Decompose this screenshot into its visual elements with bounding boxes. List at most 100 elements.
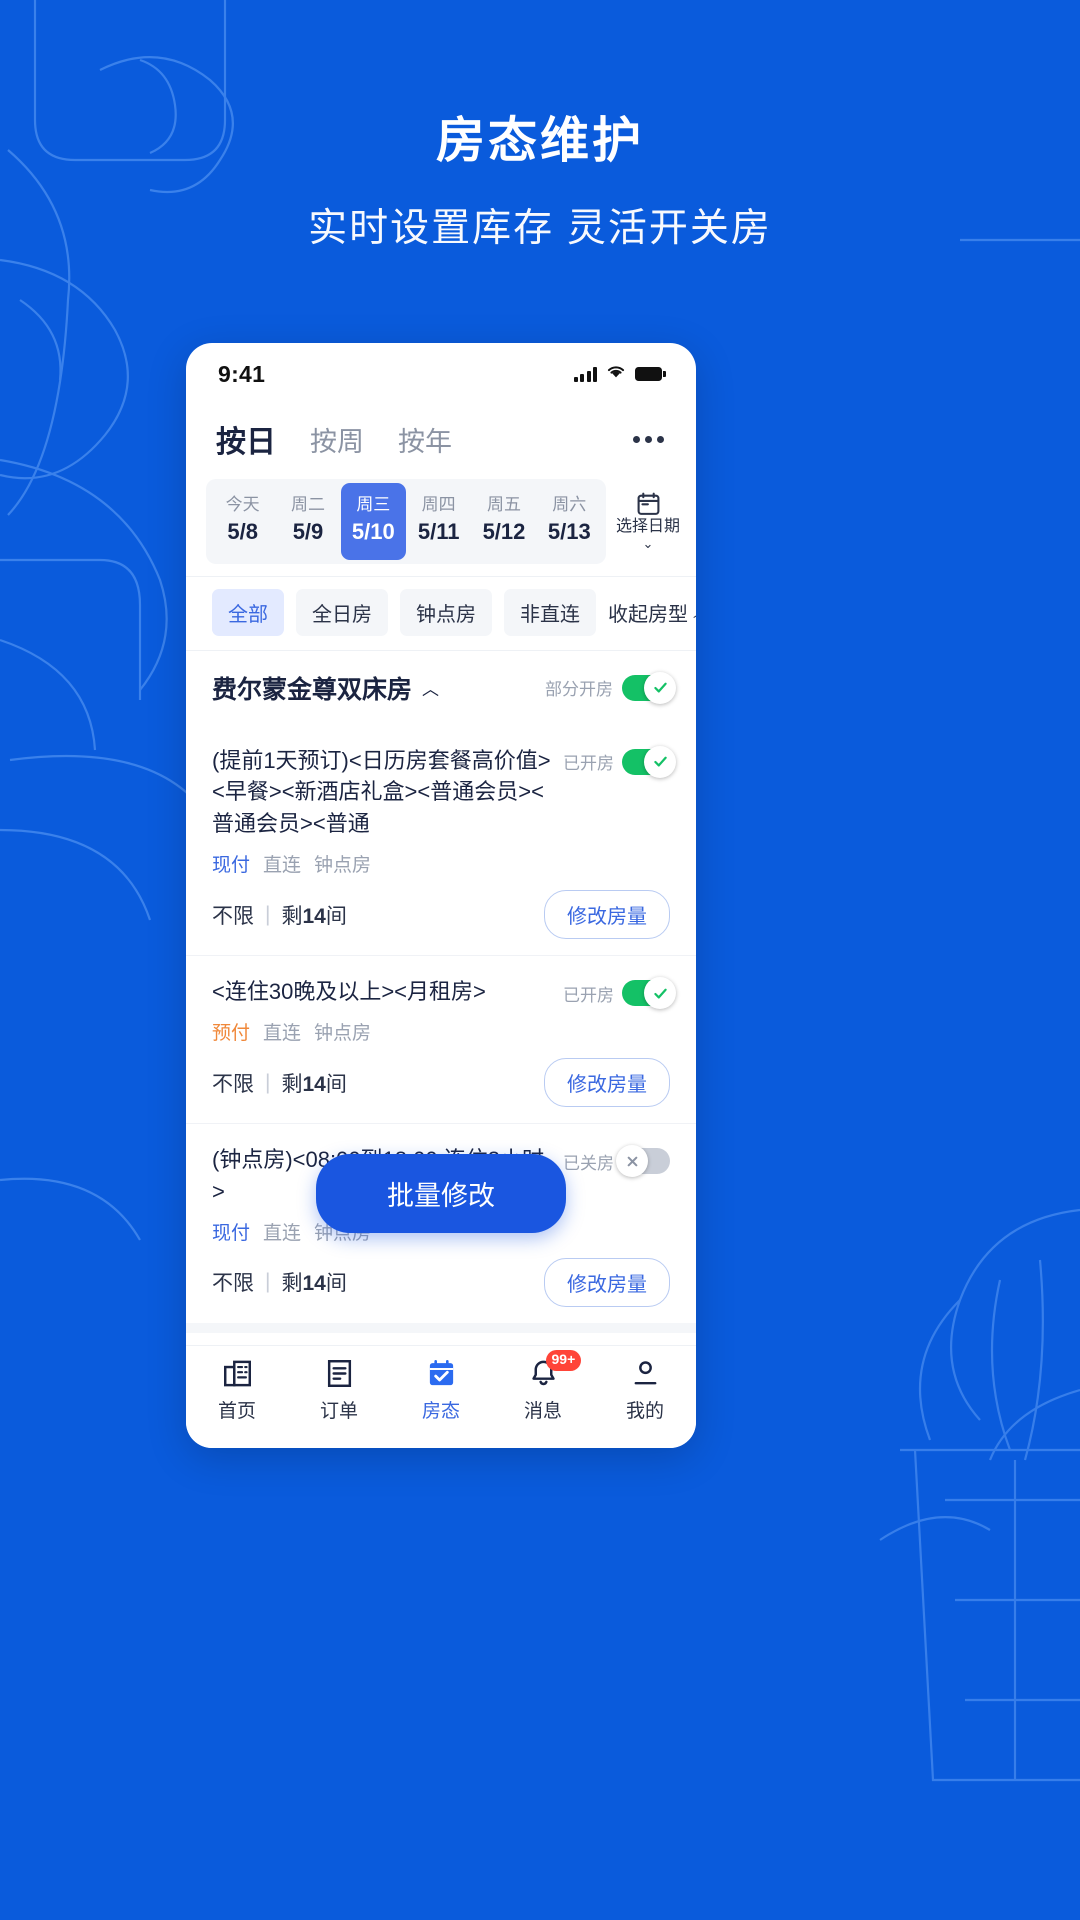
inventory-info: 不限 | 剩14间 — [212, 1267, 347, 1297]
status-badge: 已开房 — [563, 985, 614, 1005]
modify-inventory-button[interactable]: 修改房量 — [544, 1058, 670, 1108]
calendar-icon — [636, 492, 661, 516]
close-icon — [627, 1156, 637, 1166]
signal-bars-icon — [573, 366, 597, 382]
roomtype-header[interactable]: 费尔双床房 ﹀ 已开 — [186, 1332, 696, 1345]
date-picker-button[interactable]: 选择日期 ⌄ — [612, 479, 684, 564]
rate-plan-tags: 预付 直连 钟点房 — [212, 1018, 670, 1045]
date-chip-dow: 今天 — [225, 495, 260, 514]
battery-icon — [635, 367, 666, 381]
nav-item-roomstatus[interactable]: 房态 — [390, 1358, 492, 1423]
more-dots-icon[interactable] — [631, 428, 666, 451]
inventory-limit: 不限 — [212, 904, 254, 928]
date-chip[interactable]: 周五 5/12 — [471, 483, 536, 560]
promo-subtitle: 实时设置库存 灵活开关房 — [308, 206, 772, 250]
rate-plan-bottom: 不限 | 剩14间 修改房量 — [212, 1257, 670, 1307]
toggle-knob — [644, 671, 676, 704]
filter-chip-row: 全部 全日房 钟点房 非直连 收起房型 ︿ — [186, 575, 696, 650]
date-chip-dow: 周三 — [356, 495, 391, 514]
status-bar: 9:41 — [186, 343, 696, 405]
tag-payment: 现付 — [212, 1222, 251, 1244]
tab-by-week[interactable]: 按周 — [310, 414, 364, 465]
date-chip-dow: 周五 — [486, 495, 521, 514]
toggle-knob — [616, 1145, 648, 1178]
wifi-icon — [606, 364, 626, 384]
filter-chip-nondirect[interactable]: 非直连 — [504, 588, 596, 636]
roomtype-toggle[interactable] — [622, 671, 676, 704]
nav-label: 消息 — [523, 1401, 562, 1422]
section-divider — [186, 1322, 696, 1333]
date-chip-date: 5/13 — [547, 518, 591, 544]
view-mode-tabs: 按日 按周 按年 — [186, 405, 696, 471]
roomtype-header[interactable]: 费尔蒙金尊双床房 ︿ 部分开房 — [186, 649, 696, 725]
filter-chip-hourly[interactable]: 钟点房 — [400, 588, 492, 636]
tag-channel: 直连 — [263, 855, 302, 877]
modify-inventory-button[interactable]: 修改房量 — [544, 1257, 670, 1307]
roomtype-name: 费尔蒙金尊双床房 — [212, 675, 413, 704]
date-chip[interactable]: 今天 5/8 — [210, 483, 275, 560]
chevron-up-icon[interactable]: ︿ — [422, 675, 439, 700]
rate-plan-toggle[interactable] — [622, 745, 676, 778]
date-picker-label: 选择日期 — [615, 518, 680, 536]
nav-label: 首页 — [217, 1401, 256, 1422]
toggle-knob — [644, 977, 676, 1010]
nav-label: 房态 — [421, 1401, 460, 1422]
status-icons — [573, 364, 666, 384]
rate-plan-top: <连住30晚及以上><月租房> 已开房 — [212, 976, 676, 1010]
date-chip[interactable]: 周二 5/9 — [275, 483, 340, 560]
inventory-info: 不限 | 剩14间 — [212, 900, 347, 930]
date-chip[interactable]: 周六 5/13 — [537, 483, 602, 560]
tag-channel: 直连 — [263, 1023, 302, 1045]
chevron-down-icon: ⌄ — [642, 536, 654, 552]
promo-header: 房态维护 实时设置库存 灵活开关房 — [0, 0, 1080, 253]
filter-chip-all[interactable]: 全部 — [212, 588, 284, 636]
nav-item-profile[interactable]: 我的 — [594, 1358, 696, 1423]
status-badge: 已开房 — [563, 754, 614, 774]
date-chip[interactable]: 周四 5/11 — [406, 483, 471, 560]
date-chip-date: 5/8 — [227, 518, 258, 544]
collapse-roomtypes-label: 收起房型 — [608, 603, 688, 626]
date-strip: 今天 5/8 周二 5/9 周三 5/10 周四 5/11 周五 5/12 周六… — [186, 471, 696, 576]
rate-plan-row[interactable]: (提前1天预订)<日历房套餐高价值><早餐><新酒店礼盒><普通会员><普通会员… — [186, 725, 696, 956]
tag-roomtype: 钟点房 — [314, 855, 372, 877]
filter-chip-fullday[interactable]: 全日房 — [296, 588, 388, 636]
order-document-icon — [324, 1358, 355, 1389]
bottom-nav: 首页 订单 房态 99+ 消息 我的 — [186, 1345, 696, 1448]
nav-item-home[interactable]: 首页 — [186, 1358, 288, 1423]
calendar-check-icon — [426, 1358, 457, 1389]
date-chip-list[interactable]: 今天 5/8 周二 5/9 周三 5/10 周四 5/11 周五 5/12 周六… — [206, 479, 606, 564]
modify-inventory-button[interactable]: 修改房量 — [544, 890, 670, 940]
toggle-knob — [644, 745, 676, 778]
nav-item-orders[interactable]: 订单 — [288, 1358, 390, 1423]
status-time: 9:41 — [218, 360, 266, 387]
tag-payment: 预付 — [212, 1023, 251, 1045]
rate-plan-top: (提前1天预订)<日历房套餐高价值><早餐><新酒店礼盒><普通会员><普通会员… — [212, 745, 676, 841]
rate-plan-toggle[interactable] — [616, 1145, 670, 1178]
rate-plan-title: <连住30晚及以上><月租房> — [212, 979, 486, 1005]
date-chip-date: 5/11 — [417, 518, 460, 544]
tag-roomtype: 钟点房 — [314, 1023, 372, 1045]
tag-channel: 直连 — [263, 1222, 302, 1244]
rate-plan-toggle[interactable] — [622, 977, 676, 1010]
roomtype-list[interactable]: 费尔蒙金尊双床房 ︿ 部分开房 (提前1天预订)<日历房套餐高价值><早餐><新… — [186, 649, 696, 1345]
tag-payment: 现付 — [212, 855, 251, 877]
user-icon — [630, 1358, 661, 1389]
nav-label: 我的 — [625, 1401, 664, 1422]
inventory-remaining: 剩14间 — [281, 1272, 347, 1296]
date-chip-date: 5/12 — [482, 518, 526, 544]
check-icon — [653, 988, 667, 999]
tab-by-year[interactable]: 按年 — [398, 414, 452, 465]
rate-plan-bottom: 不限 | 剩14间 修改房量 — [212, 890, 670, 940]
batch-modify-button[interactable]: 批量修改 — [316, 1154, 566, 1233]
tab-by-day[interactable]: 按日 — [216, 411, 276, 467]
inventory-remaining: 剩14间 — [281, 1072, 347, 1096]
rate-plan-row[interactable]: <连住30晚及以上><月租房> 已开房 预付 直连 钟点房 不限 | 剩14间 … — [186, 955, 696, 1123]
nav-item-messages[interactable]: 99+ 消息 — [492, 1350, 594, 1423]
inventory-separator: | — [265, 1270, 271, 1294]
date-chip-dow: 周四 — [421, 495, 456, 514]
collapse-roomtypes-button[interactable]: 收起房型 ︿ — [608, 598, 696, 627]
date-chip-selected[interactable]: 周三 5/10 — [340, 483, 406, 560]
bell-icon: 99+ — [528, 1350, 582, 1389]
rate-plan-status: 已开房 — [563, 745, 676, 778]
check-icon — [653, 756, 667, 767]
